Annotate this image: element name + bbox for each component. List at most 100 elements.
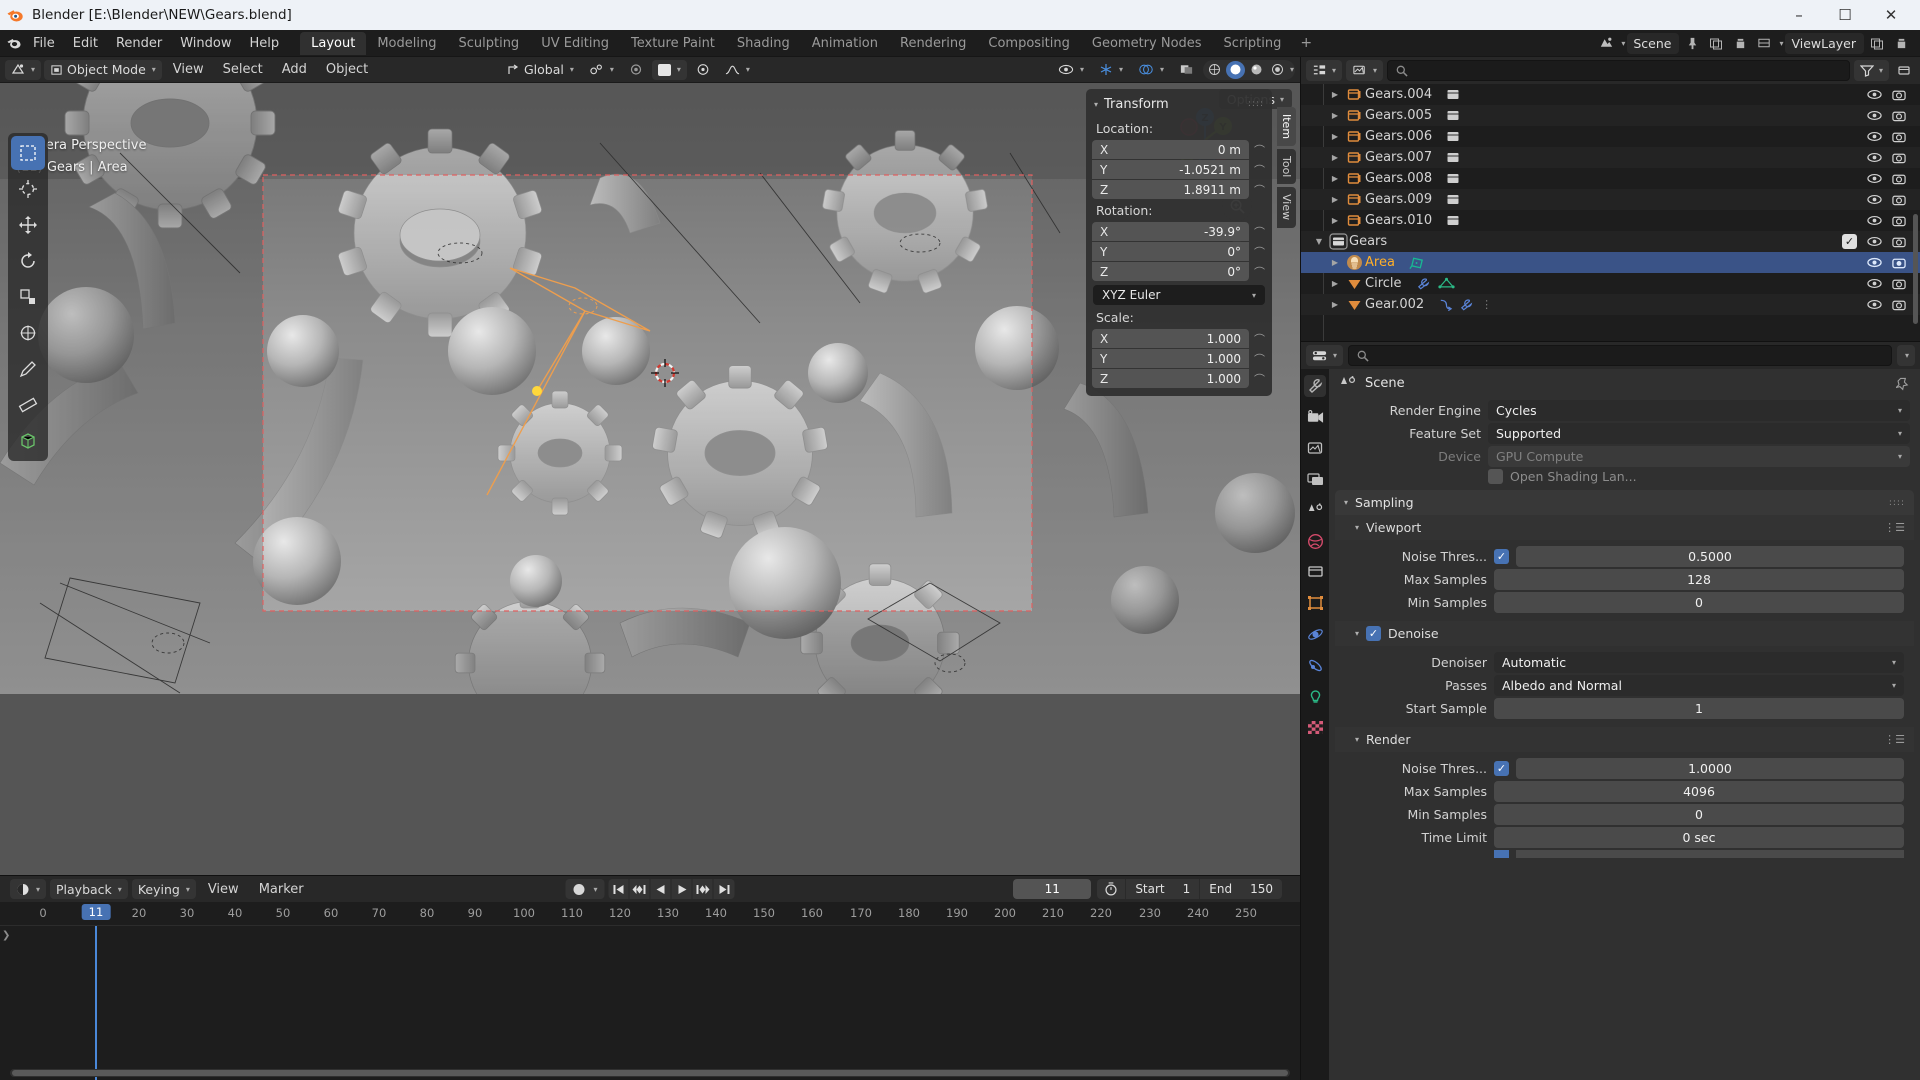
expand-triangle-icon[interactable]: ▶ [1327,195,1343,204]
disable-in-render-icon[interactable] [1892,131,1906,143]
hide-in-viewport-icon[interactable] [1867,110,1882,121]
playhead-label[interactable]: 11 [81,904,111,920]
delete-scene-icon[interactable] [1729,33,1751,53]
viewport-noise-threshold-value[interactable]: 0.5000 [1516,546,1904,567]
sidebar-tab-item[interactable]: Item [1277,107,1296,147]
outliner-row-gears-008[interactable]: ▶ Gears.008 [1301,168,1920,189]
window-minimize-button[interactable]: – [1776,0,1822,30]
snap-target-icon[interactable] [690,60,716,80]
disable-in-render-icon[interactable] [1892,110,1906,122]
expand-triangle-icon[interactable]: ▶ [1327,132,1343,141]
properties-tab-render[interactable] [1304,406,1326,428]
hide-in-viewport-icon[interactable] [1867,173,1882,184]
jump-to-end-button[interactable] [714,879,735,899]
hide-in-viewport-icon[interactable] [1867,89,1882,100]
properties-tab-tool[interactable] [1304,375,1326,397]
properties-tab-data[interactable] [1304,685,1326,707]
hide-in-viewport-icon[interactable] [1867,278,1882,289]
use-preview-range-icon[interactable] [1097,879,1127,899]
hide-in-viewport-icon[interactable] [1867,131,1882,142]
osl-checkbox[interactable] [1488,469,1503,484]
workspace-tab-shading[interactable]: Shading [726,32,801,55]
menu-render[interactable]: Render [107,33,171,54]
blender-menu-icon[interactable] [4,36,24,50]
window-close-button[interactable]: ✕ [1868,0,1914,30]
scale-tool[interactable] [11,280,45,314]
disable-in-render-icon[interactable] [1892,152,1906,164]
render-engine-dropdown[interactable]: Cycles ▾ [1488,400,1910,421]
outliner-row-gears-009[interactable]: ▶ Gears.009 [1301,189,1920,210]
properties-tab-constraints[interactable] [1304,654,1326,676]
delete-viewlayer-icon[interactable] [1890,33,1912,53]
outliner-editor-type-button[interactable]: ▾ [1306,60,1343,81]
render-min-samples-value[interactable]: 0 [1494,804,1904,825]
auto-keying-chevron-icon[interactable]: ▾ [593,885,604,894]
falloff-curve-icon[interactable]: ▾ [719,60,756,80]
start-frame-field[interactable]: Start 1 [1126,879,1201,899]
render-preset-icon[interactable]: ⋮☰ [1884,733,1905,746]
3d-viewport[interactable]: Camera Perspective (11) Gears | Area Opt… [0,83,1300,875]
snap-toggle[interactable]: ▾ [583,60,620,80]
hide-in-viewport-icon[interactable] [1867,152,1882,163]
transform-panel-header[interactable]: ▾ Transform :::: [1086,94,1272,118]
denoise-checkbox[interactable]: ✓ [1366,626,1382,641]
measure-tool[interactable] [11,388,45,422]
viewport-menu-view[interactable]: View [165,60,212,79]
workspace-tab-uv-editing[interactable]: UV Editing [530,32,620,55]
scale-z-lock-icon[interactable]: ⌒ [1253,371,1266,387]
visibility-selector[interactable]: ▾ [1052,60,1090,80]
proportional-falloff-selector[interactable]: ▾ [651,59,687,80]
scene-browse-icon[interactable] [1595,33,1617,53]
hide-in-viewport-icon[interactable] [1867,215,1882,226]
denoise-subpanel-header[interactable]: ▾ ✓ Denoise [1335,621,1914,646]
hide-in-viewport-icon[interactable] [1867,257,1882,268]
outliner-row-area-light[interactable]: ▶ Area [1301,252,1920,273]
overlays-toggle[interactable]: ▾ [1132,60,1170,80]
rotation-mode-selector[interactable]: XYZ Euler ▾ [1093,285,1265,305]
viewport-menu-select[interactable]: Select [215,60,271,79]
disable-in-render-icon[interactable] [1892,278,1906,290]
interaction-mode-selector[interactable]: Object Mode ▾ [44,59,162,80]
outliner-display-mode-button[interactable]: ▾ [1346,60,1384,81]
window-maximize-button[interactable]: ☐ [1822,0,1868,30]
timeline-menu-view[interactable]: View [200,880,247,899]
rotation-z-field[interactable]: Z 0° [1092,262,1249,281]
sidebar-tab-tool[interactable]: Tool [1277,149,1296,185]
render-noise-threshold-checkbox[interactable]: ✓ [1494,761,1509,776]
workspace-tab-texture-paint[interactable]: Texture Paint [620,32,726,55]
outliner-new-collection-icon[interactable] [1893,61,1915,81]
rotate-tool[interactable] [11,244,45,278]
properties-tab-object[interactable] [1304,592,1326,614]
partial-row-checkbox[interactable] [1494,850,1509,858]
disable-in-render-icon[interactable] [1892,236,1906,248]
outliner-search-input[interactable] [1387,60,1850,81]
viewport-preset-icon[interactable]: ⋮☰ [1884,521,1905,534]
workspace-tab-scripting[interactable]: Scripting [1213,32,1293,55]
rotation-y-field[interactable]: Y 0° [1092,242,1249,261]
passes-dropdown[interactable]: Albedo and Normal ▾ [1494,675,1904,696]
timeline-horizontal-scrollbar[interactable] [10,1069,1290,1077]
previous-keyframe-button[interactable] [630,879,651,899]
outliner-row-gears-010[interactable]: ▶ Gears.010 [1301,210,1920,231]
outliner-row-gears-006[interactable]: ▶ Gears.006 [1301,126,1920,147]
timeline-ruler[interactable]: 0 11 20 30 40 50 60 70 80 90 100 110 120… [0,902,1300,926]
viewport-subpanel-header[interactable]: ▾ Viewport ⋮☰ [1335,515,1914,540]
workspace-tab-rendering[interactable]: Rendering [889,32,977,55]
outliner-row-gears-005[interactable]: ▶ Gears.005 [1301,105,1920,126]
editor-type-button[interactable]: ▾ [5,59,42,80]
pin-id-icon[interactable] [1896,377,1910,391]
menu-edit[interactable]: Edit [64,33,107,54]
collapse-triangle-icon[interactable]: ▼ [1311,237,1327,246]
properties-tab-material[interactable] [1304,716,1326,738]
properties-tab-viewlayer[interactable] [1304,468,1326,490]
hide-in-viewport-icon[interactable] [1867,236,1882,247]
hide-in-viewport-icon[interactable] [1867,299,1882,310]
render-max-samples-value[interactable]: 4096 [1494,781,1904,802]
sidebar-tab-view[interactable]: View [1277,187,1296,228]
properties-tab-output[interactable] [1304,437,1326,459]
workspace-tab-geometry-nodes[interactable]: Geometry Nodes [1081,32,1213,55]
outliner-row-circle[interactable]: ▶ Circle [1301,273,1920,294]
expand-triangle-icon[interactable]: ▶ [1327,111,1343,120]
outliner-row-gears-collection[interactable]: ▼ Gears ✓ [1301,231,1920,252]
play-button[interactable] [672,879,693,899]
